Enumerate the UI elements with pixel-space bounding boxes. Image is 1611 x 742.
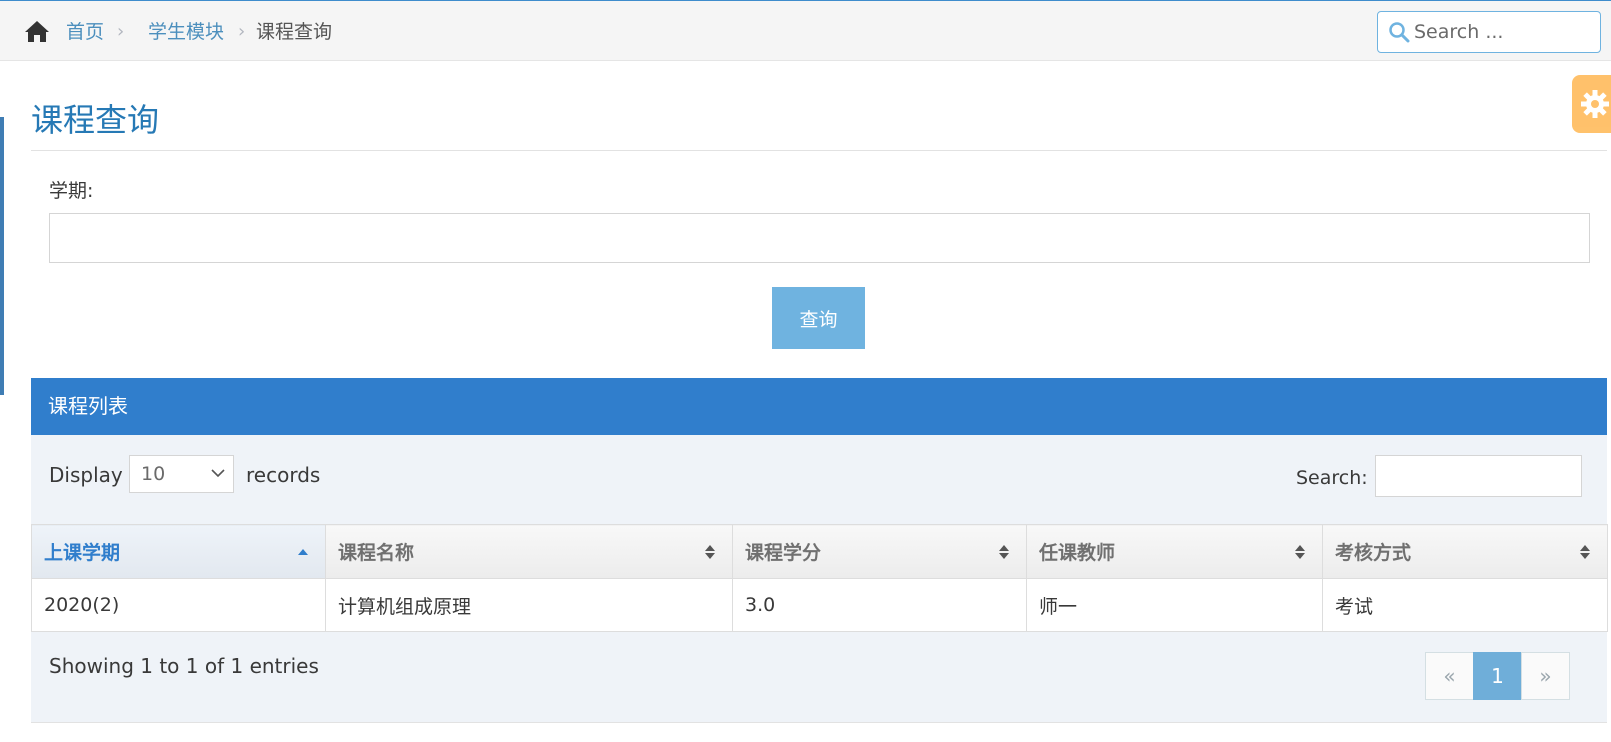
search-icon <box>1389 22 1410 43</box>
table-search-input[interactable] <box>1375 455 1582 497</box>
page-length-select[interactable]: 10 <box>129 455 234 493</box>
title-divider <box>31 150 1607 151</box>
breadcrumb-current: 课程查询 <box>256 21 333 43</box>
home-icon[interactable] <box>24 19 50 43</box>
column-header-course-name[interactable]: 课程名称 <box>325 524 733 579</box>
page-title: 课程查询 <box>31 101 160 139</box>
table-header-row: 上课学期 课程名称 课程学分 任课教师 考核方式 <box>31 524 1608 579</box>
sort-both-icon <box>1295 545 1305 559</box>
term-label: 学期: <box>49 180 94 202</box>
breadcrumb-separator: › <box>117 21 125 42</box>
breadcrumb-module[interactable]: 学生模块 <box>148 19 224 45</box>
column-header-label: 上课学期 <box>44 542 121 564</box>
column-header-label: 课程学分 <box>745 542 822 564</box>
cell-assessment: 考试 <box>1322 578 1608 632</box>
pagination: « 1 » <box>1425 652 1570 700</box>
gear-icon <box>1581 90 1609 118</box>
nav-search-input[interactable] <box>1414 18 1594 46</box>
sort-both-icon <box>999 545 1009 559</box>
term-input[interactable] <box>49 213 1590 263</box>
column-header-term[interactable]: 上课学期 <box>31 524 326 579</box>
query-button[interactable]: 查询 <box>772 287 865 349</box>
table-row: 2020(2) 计算机组成原理 3.0 师一 考试 <box>31 578 1608 632</box>
pagination-next[interactable]: » <box>1521 652 1570 700</box>
cell-credits: 3.0 <box>732 578 1027 632</box>
sort-both-icon <box>705 545 715 559</box>
breadcrumb-separator: › <box>238 21 246 42</box>
page-length-value: 10 <box>141 463 166 485</box>
sort-asc-icon <box>298 549 308 555</box>
left-accent-bar <box>0 117 4 395</box>
column-header-label: 考核方式 <box>1335 542 1412 564</box>
column-header-label: 课程名称 <box>338 542 415 564</box>
cell-term: 2020(2) <box>31 578 326 632</box>
cell-course-name: 计算机组成原理 <box>325 578 733 632</box>
breadcrumb-home[interactable]: 首页 <box>66 19 104 45</box>
table-search-label: Search: <box>1296 467 1368 489</box>
sort-both-icon <box>1580 545 1590 559</box>
pagination-page[interactable]: 1 <box>1473 652 1522 700</box>
panel-title: 课程列表 <box>31 378 1607 435</box>
column-header-teacher[interactable]: 任课教师 <box>1026 524 1323 579</box>
display-label: Display <box>49 463 123 487</box>
column-header-label: 任课教师 <box>1039 542 1116 564</box>
course-table: 上课学期 课程名称 课程学分 任课教师 考核方式 2020(2) 计算机组成原理… <box>31 524 1608 632</box>
table-info: Showing 1 to 1 of 1 entries <box>49 654 319 678</box>
nav-search-box[interactable] <box>1377 11 1601 53</box>
records-label: records <box>246 463 321 487</box>
chevron-down-icon <box>211 469 225 478</box>
cell-teacher: 师一 <box>1026 578 1323 632</box>
pagination-prev[interactable]: « <box>1425 652 1474 700</box>
column-header-assessment[interactable]: 考核方式 <box>1322 524 1608 579</box>
settings-toggle[interactable] <box>1572 75 1611 133</box>
column-header-credits[interactable]: 课程学分 <box>732 524 1027 579</box>
breadcrumb-bar: 首页 › 学生模块 › 课程查询 <box>0 0 1611 61</box>
